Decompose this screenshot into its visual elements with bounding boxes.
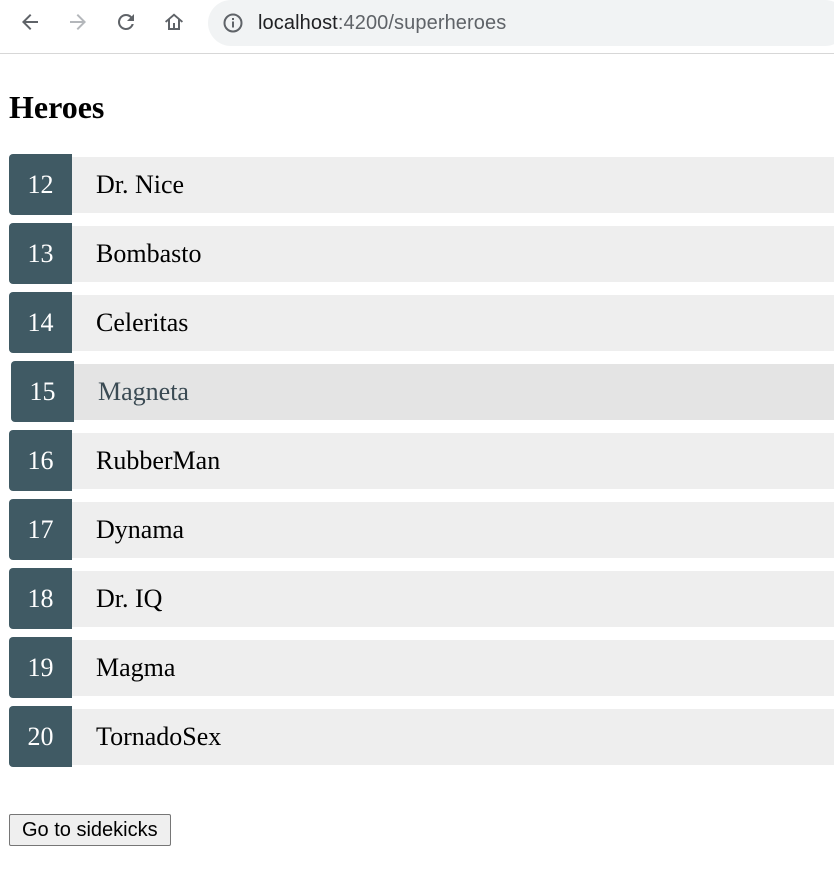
hero-id-badge: 12 [9, 154, 72, 215]
hero-id-badge: 16 [9, 430, 72, 491]
hero-name: Magneta [98, 377, 189, 406]
url-host: localhost [258, 11, 338, 34]
hero-list-item[interactable]: 17 Dynama [9, 499, 834, 560]
hero-name: RubberMan [96, 446, 221, 475]
url-path: :4200/superheroes [337, 11, 507, 34]
url-text[interactable]: localhost:4200/superheroes [258, 12, 506, 35]
hero-name: Bombasto [96, 239, 202, 268]
heroes-list: 12 Dr. Nice 13 Bombasto 14 Celeritas 15 Magneta… [9, 154, 834, 777]
forward-button[interactable] [63, 7, 93, 37]
reload-button[interactable] [111, 7, 141, 37]
hero-list-item[interactable]: 16 RubberMan [9, 430, 834, 491]
back-button[interactable] [15, 7, 45, 37]
home-icon [165, 13, 183, 30]
hero-list-item[interactable]: 14 Celeritas [9, 292, 834, 353]
info-icon[interactable] [222, 12, 244, 34]
home-button[interactable] [159, 7, 189, 37]
hero-name: TornadoSex [96, 722, 222, 751]
go-to-sidekicks-button[interactable]: Go to sidekicks [9, 814, 171, 846]
hero-id-badge: 19 [9, 637, 72, 698]
arrow-left-icon [22, 14, 38, 30]
hero-name: Dr. IQ [96, 584, 163, 613]
hero-name: Dr. Nice [96, 170, 185, 199]
hero-list-item[interactable]: 20 TornadoSex [9, 706, 834, 767]
address-bar[interactable]: localhost:4200/superheroes [208, 0, 834, 46]
hero-list-item[interactable]: 19 Magma [9, 637, 834, 698]
hero-id-badge: 17 [9, 499, 72, 560]
hero-id-badge: 15 [11, 361, 74, 422]
hero-id-badge: 20 [9, 706, 72, 767]
hero-list-item[interactable]: 13 Bombasto [9, 223, 834, 284]
hero-list-item[interactable]: 15 Magneta [11, 361, 834, 422]
browser-toolbar: localhost:4200/superheroes [0, 0, 834, 54]
hero-id-badge: 18 [9, 568, 72, 629]
page-title: Heroes [9, 89, 105, 125]
arrow-right-icon [70, 14, 86, 30]
reload-icon [118, 14, 134, 30]
hero-id-badge: 14 [9, 292, 72, 353]
hero-name: Magma [96, 653, 176, 682]
hero-list-item[interactable]: 12 Dr. Nice [9, 154, 834, 215]
hero-list-item[interactable]: 18 Dr. IQ [9, 568, 834, 629]
hero-name: Dynama [96, 515, 185, 544]
hero-id-badge: 13 [9, 223, 72, 284]
hero-name: Celeritas [96, 308, 189, 337]
